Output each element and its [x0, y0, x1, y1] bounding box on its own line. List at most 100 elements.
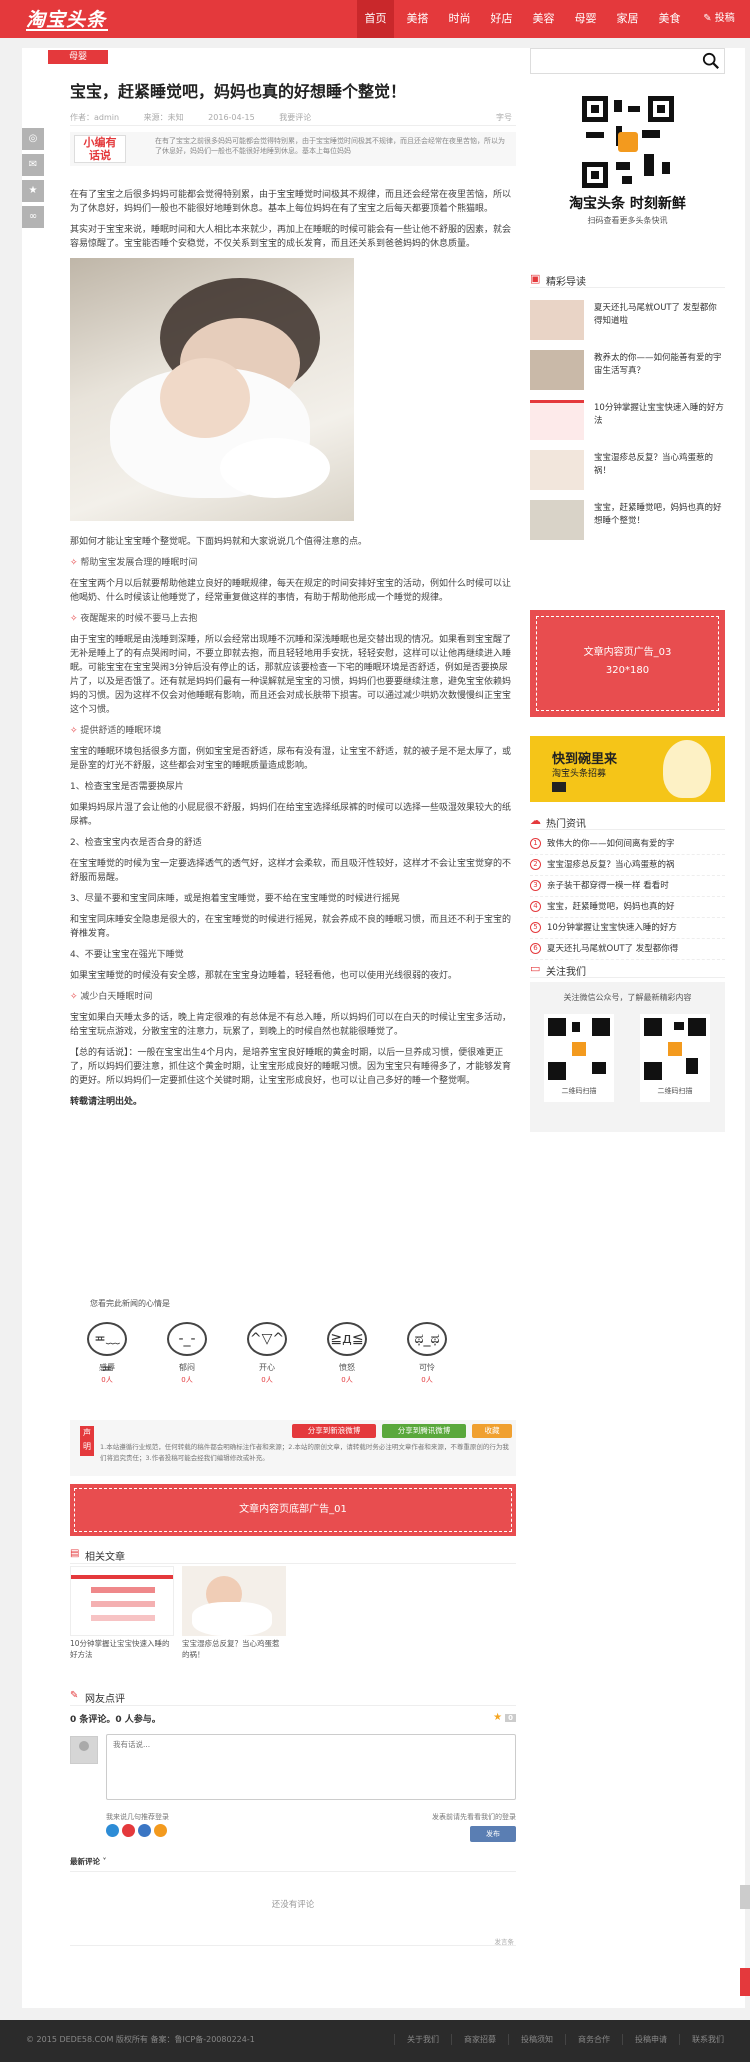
hot-item[interactable]: 5 10分钟掌握让宝宝快速入睡的好方 — [530, 918, 725, 939]
newest-comments-toggle[interactable]: 最新评论 ˅ — [70, 1856, 516, 1872]
ad-banner-bottom[interactable]: 文章内容页底部广告_01 — [70, 1484, 516, 1536]
hot-item[interactable]: 4 宝宝，赶紧睡觉吧，妈妈也真的好 — [530, 897, 725, 918]
nav-food[interactable]: 美食 — [651, 0, 688, 38]
footer-link[interactable]: 投稿须知 — [508, 2034, 553, 2045]
angry-face-icon: ≧д≦ — [327, 1322, 367, 1356]
footer-link[interactable]: 投稿申请 — [622, 2034, 667, 2045]
star-icon[interactable]: ★ — [22, 180, 44, 202]
nav-shops[interactable]: 好店 — [483, 0, 520, 38]
featured-item[interactable]: 夏天还扎马尾就OUT了 发型都你得知道啦 — [530, 300, 725, 342]
paragraph: 由于宝宝的睡眠是由浅睡到深睡，所以会经常出现睡不沉睡和深浅睡眠也是交替出现的情况… — [70, 635, 512, 715]
featured-thumb — [530, 500, 584, 540]
qr-card: 二维码扫描 — [640, 1014, 710, 1102]
doc-icon: ▤ — [70, 1548, 80, 1559]
promo-headline: 快到碗里来 — [552, 752, 618, 767]
footer-link[interactable]: 关于我们 — [394, 2034, 439, 2045]
hot-title: 热门资讯 — [546, 819, 586, 830]
nav-mother-baby[interactable]: 母婴 — [567, 0, 604, 38]
footer-link[interactable]: 商务合作 — [565, 2034, 610, 2045]
footer-link[interactable]: 商家招募 — [451, 2034, 496, 2045]
social-login — [106, 1824, 170, 1837]
featured-icon: ▣ — [530, 272, 541, 285]
scrollbar-thumb[interactable] — [740, 1885, 750, 1909]
share-rail: ◎ ✉ ★ ∞ — [22, 128, 44, 232]
promo-subline: 淘宝头条招募 — [552, 769, 607, 779]
comment-input[interactable] — [106, 1734, 516, 1800]
featured-item[interactable]: 教养太的你——如何能善有爱的宇宙生活写真？ — [530, 350, 725, 392]
hot-header: ☁ 热门资讯 — [530, 812, 725, 830]
paragraph: 宝宝的睡眠环境包括很多方面，例如宝宝是否舒适，尿布有没有湿，让宝宝不舒适，就的被… — [70, 747, 512, 771]
footer-link[interactable]: 联系我们 — [679, 2034, 724, 2045]
mood-item[interactable]: -_- 郁闷 0人 — [162, 1322, 212, 1385]
font-size-toggle[interactable]: 字号 — [496, 112, 512, 123]
featured-item[interactable]: 10分钟掌握让宝宝快速入睡的好方法 — [530, 400, 725, 442]
featured-header: ▣ 精彩导读 — [530, 270, 725, 288]
login-hint: 发表前请先看看我们的登录 — [432, 1813, 516, 1821]
ad-banner-side[interactable]: 文章内容页广告_03 320*180 — [530, 610, 725, 717]
category-badge[interactable]: 母婴 — [48, 50, 108, 64]
nav-style[interactable]: 美搭 — [399, 0, 436, 38]
featured-thumb — [530, 300, 584, 340]
comment-link[interactable]: 我要评论 — [279, 113, 311, 122]
related-item[interactable]: 10分钟掌握让宝宝快速入睡的好方法 — [70, 1566, 174, 1660]
paragraph: 其实对于宝宝来说，睡眠时间和大人相比本来就少，再加上在睡眠的时候可能会有一些让他… — [70, 225, 512, 249]
article-photo — [70, 258, 354, 521]
publish-button[interactable]: 发布 — [470, 1826, 516, 1842]
site-logo[interactable]: 淘宝头条 — [26, 5, 109, 32]
featured-item[interactable]: 宝宝，赶紧睡觉吧，妈妈也真的好想睡个整觉！ — [530, 500, 725, 542]
paragraph: 如果妈妈尿片湿了会让他的小屁屁很不舒服，妈妈们在给宝宝选择纸尿裤的时候可以选择一… — [70, 803, 512, 827]
related-caption: 宝宝湿疹总反复？当心鸡蛋惹的祸！ — [182, 1639, 280, 1659]
hot-item[interactable]: 2 宝宝湿疹总反复？当心鸡蛋惹的祸 — [530, 855, 725, 876]
source-label: 来源：未知 — [143, 113, 184, 122]
numbered-heading: 3、尽量不要和宝宝同床睡，或是抱着宝宝睡觉，要不给在宝宝睡觉的时候进行摇晃 — [70, 894, 400, 904]
happy-face-icon: ^▽^ — [247, 1322, 287, 1356]
qr-code — [548, 1018, 610, 1080]
back-to-top-button[interactable] — [740, 1968, 750, 1996]
related-item[interactable]: 宝宝湿疹总反复？当心鸡蛋惹的祸！ — [182, 1566, 286, 1660]
comment-footer: 发言条 — [70, 1932, 516, 1946]
hot-item[interactable]: 3 亲子装干都穿得一模一样 看看时 — [530, 876, 725, 897]
rating[interactable]: ★ 0 — [493, 1712, 516, 1723]
mood-item[interactable]: ^▽^ 开心 0人 — [242, 1322, 292, 1385]
mascot-icon — [663, 740, 711, 798]
renren-icon[interactable] — [138, 1824, 151, 1837]
search-icon[interactable] — [702, 52, 720, 70]
nav-home-living[interactable]: 家居 — [609, 0, 646, 38]
nav-submit[interactable]: ✎ 投稿 — [693, 0, 745, 38]
featured-thumb — [530, 400, 584, 440]
search-box[interactable] — [530, 48, 725, 74]
follow-text: 关注微信公众号，了解最新精彩内容 — [563, 993, 692, 1002]
collect-button[interactable]: 收藏 — [472, 1424, 512, 1438]
hot-item[interactable]: 1 致伟大的你——如何间离有爱的字 — [530, 834, 725, 855]
qzone-icon[interactable]: ◎ — [22, 128, 44, 150]
avatar — [70, 1736, 98, 1764]
mood-item[interactable]: ≧д≦ 愤怒 0人 — [322, 1322, 372, 1385]
article-title: 宝宝，赶紧睡觉吧，妈妈也真的好想睡个整觉！ — [70, 82, 407, 101]
qr-slogan: 淘宝头条 时刻新鲜 — [569, 196, 686, 212]
mood-item[interactable]: ಥ_ಥ 可怜 0人 — [402, 1322, 452, 1385]
score-badge: 0 — [505, 1714, 516, 1722]
mood-vote: 您看完此新闻的心情是 ≖﹏≖ 感辱 0人 -_- 郁闷 0人 ^▽^ 开心 0人 ≧д≦ 愤怒… — [70, 1298, 516, 1418]
douban-icon[interactable] — [154, 1824, 167, 1837]
paragraph: 宝宝如果白天睡太多的话，晚上肯定很难的有总体是不有总入睡，所以妈妈们可以在白天的… — [70, 1013, 512, 1037]
login-tip: 我来说几句推荐登录 — [106, 1813, 169, 1821]
featured-item[interactable]: 宝宝湿疹总反复？当心鸡蛋惹的祸！ — [530, 450, 725, 492]
share-weibo-button[interactable]: 分享到新浪微博 — [292, 1424, 376, 1438]
comment-icon: ✎ — [70, 1690, 79, 1701]
nav-beauty[interactable]: 美容 — [525, 0, 562, 38]
editor-tag: 小编有 话说 — [74, 135, 126, 163]
recruit-banner[interactable]: 快到碗里来 淘宝头条招募 — [530, 736, 725, 802]
weibo-icon[interactable] — [122, 1824, 135, 1837]
share-tencent-button[interactable]: 分享到腾讯微博 — [382, 1424, 466, 1438]
nav-fashion[interactable]: 时尚 — [441, 0, 478, 38]
footer-links: 关于我们 商家招募 投稿须知 商务合作 投稿申请 联系我们 — [382, 2034, 724, 2045]
qr-card: 二维码扫描 — [544, 1014, 614, 1102]
nav-home[interactable]: 首页 — [357, 0, 394, 38]
declaration-box: 声明 分享到新浪微博 分享到腾讯微博 收藏 1.本站遵循行业规范，任何转载的稿件… — [70, 1420, 516, 1476]
link-icon[interactable]: ∞ — [22, 206, 44, 228]
mood-item[interactable]: ≖﹏≖ 感辱 0人 — [82, 1322, 132, 1385]
section-heading: 减少白天睡眠时间 — [70, 990, 516, 1004]
qq-icon[interactable] — [106, 1824, 119, 1837]
wechat-icon[interactable]: ✉ — [22, 154, 44, 176]
hot-item[interactable]: 6 夏天还扎马尾就OUT了 发型都你得 — [530, 939, 725, 960]
